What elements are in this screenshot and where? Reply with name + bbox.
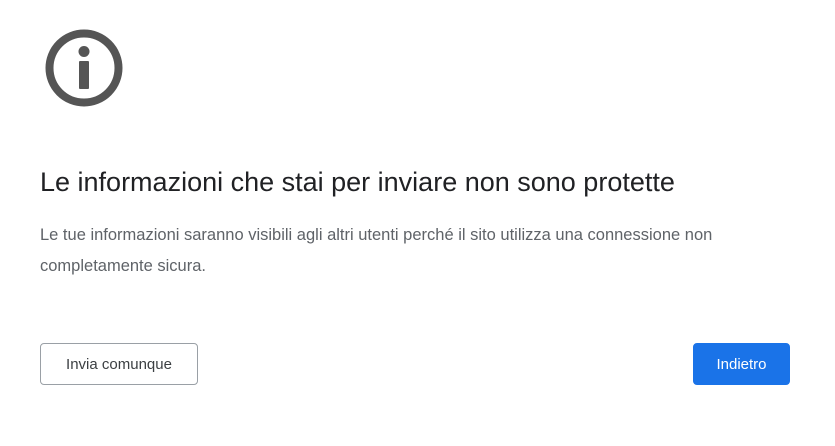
warning-description: Le tue informazioni saranno visibili agl… — [40, 226, 713, 275]
back-button[interactable]: Indietro — [693, 343, 790, 385]
info-icon — [44, 28, 124, 108]
send-anyway-button[interactable]: Invia comunque — [40, 343, 198, 385]
page-title: Le informazioni che stai per inviare non… — [40, 167, 675, 197]
